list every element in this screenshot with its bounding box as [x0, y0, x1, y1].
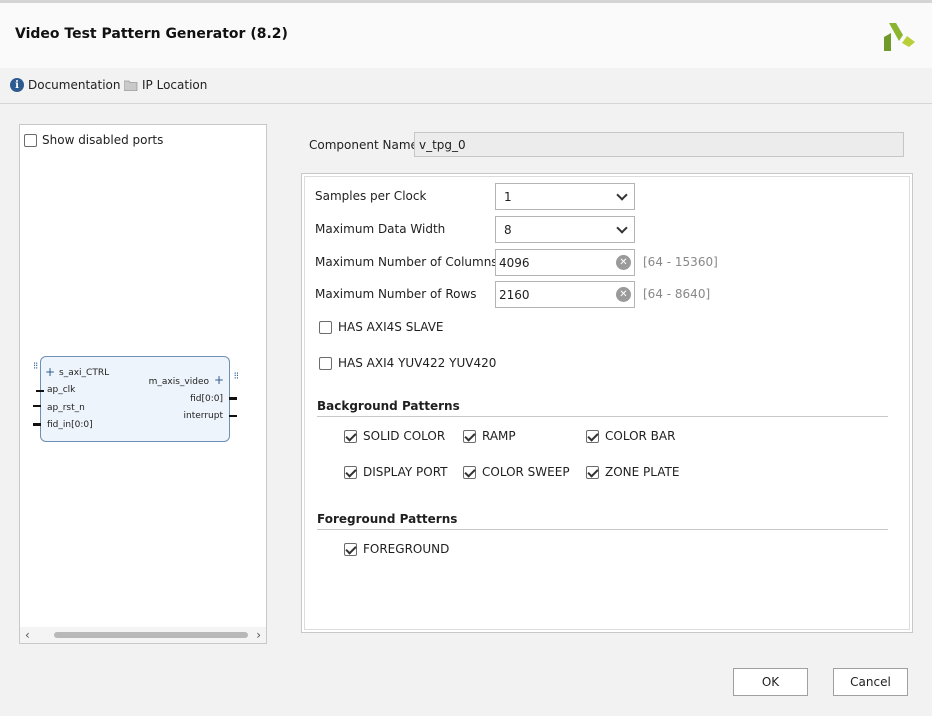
expand-plus-icon[interactable]: +	[45, 365, 55, 379]
folder-icon	[124, 80, 138, 91]
background-patterns-heading: Background Patterns	[317, 399, 888, 417]
ramp-label: RAMP	[482, 429, 516, 443]
chevron-down-icon	[616, 222, 628, 234]
checkbox-box[interactable]	[24, 133, 37, 147]
show-disabled-ports-checkbox[interactable]: Show disabled ports	[24, 133, 163, 147]
pin-line	[36, 390, 44, 392]
component-name-label: Component Name	[309, 138, 418, 152]
color-sweep-label: COLOR SWEEP	[482, 465, 570, 479]
checkbox-box[interactable]	[586, 429, 599, 443]
has-axi4-yuv-label: HAS AXI4 YUV422 YUV420	[338, 356, 497, 370]
port-ap-clk: ap_clk	[47, 385, 76, 395]
max-data-width-value: 8	[504, 223, 512, 237]
checkbox-box[interactable]	[344, 465, 357, 479]
checkbox-box[interactable]	[319, 320, 332, 334]
display-port-checkbox[interactable]: DISPLAY PORT	[344, 465, 448, 479]
port-fid-in: fid_in[0:0]	[47, 420, 93, 430]
port-s-axi-ctrl: s_axi_CTRL	[59, 368, 110, 378]
ramp-checkbox[interactable]: RAMP	[463, 429, 516, 443]
ip-symbol-block: ⁝⁝ + s_axi_CTRL ap_clk ap_rst_n fid_in[0…	[33, 356, 239, 442]
clear-icon[interactable]: ✕	[616, 255, 631, 270]
checkbox-box[interactable]	[463, 429, 476, 443]
scroll-right-icon[interactable]: ›	[256, 628, 261, 642]
samples-per-clock-select[interactable]: 1	[495, 183, 635, 210]
solid-color-label: SOLID COLOR	[363, 429, 446, 443]
checkbox-box[interactable]	[344, 542, 357, 556]
expand-plus-icon[interactable]: +	[214, 373, 224, 387]
checkbox-box[interactable]	[319, 356, 332, 370]
pin-line	[229, 415, 237, 417]
documentation-label: Documentation	[28, 78, 121, 92]
pin-line	[33, 405, 41, 407]
component-name-field[interactable]: v_tpg_0	[414, 132, 904, 157]
has-axi4s-slave-checkbox[interactable]: HAS AXI4S SLAVE	[319, 320, 444, 334]
zone-plate-label: ZONE PLATE	[605, 465, 680, 479]
chevron-down-icon	[616, 189, 628, 201]
max-rows-input[interactable]: 2160 ✕	[495, 281, 635, 308]
dialog-header: Video Test Pattern Generator (8.2)	[0, 3, 932, 68]
color-sweep-checkbox[interactable]: COLOR SWEEP	[463, 465, 570, 479]
port-ap-rst-n: ap_rst_n	[47, 403, 85, 413]
port-fid: fid[0:0]	[190, 394, 223, 404]
solid-color-checkbox[interactable]: SOLID COLOR	[344, 429, 445, 443]
max-rows-label: Maximum Number of Rows	[315, 287, 477, 301]
has-axi4s-slave-label: HAS AXI4S SLAVE	[338, 320, 444, 334]
clear-icon[interactable]: ✕	[616, 287, 631, 302]
max-columns-range: [64 - 15360]	[643, 255, 718, 269]
port-m-axis-video: m_axis_video	[148, 377, 209, 387]
max-data-width-select[interactable]: 8	[495, 216, 635, 243]
scrollbar-thumb[interactable]	[54, 632, 248, 638]
bus-connector-right-icon: ⁝⁝	[233, 371, 239, 382]
port-interrupt: interrupt	[183, 411, 223, 421]
checkbox-box[interactable]	[586, 465, 599, 479]
link-bar: i Documentation IP Location	[0, 68, 932, 104]
documentation-link[interactable]: i Documentation	[10, 78, 121, 92]
foreground-patterns-heading: Foreground Patterns	[317, 512, 888, 530]
dialog-title: Video Test Pattern Generator (8.2)	[15, 26, 288, 42]
max-columns-value: 4096	[499, 256, 530, 270]
foreground-checkbox[interactable]: FOREGROUND	[344, 542, 449, 556]
samples-per-clock-value: 1	[504, 190, 512, 204]
foreground-label: FOREGROUND	[363, 542, 450, 556]
max-rows-range: [64 - 8640]	[643, 287, 711, 301]
max-rows-value: 2160	[499, 288, 530, 302]
horizontal-scrollbar[interactable]: ‹ ›	[20, 627, 266, 643]
color-bar-checkbox[interactable]: COLOR BAR	[586, 429, 675, 443]
xilinx-logo-icon	[884, 23, 915, 51]
scroll-left-icon[interactable]: ‹	[25, 628, 30, 642]
max-data-width-label: Maximum Data Width	[315, 222, 446, 236]
ip-location-label: IP Location	[142, 78, 208, 92]
show-disabled-ports-label: Show disabled ports	[42, 133, 164, 147]
max-columns-label: Maximum Number of Columns	[315, 255, 498, 269]
color-bar-label: COLOR BAR	[605, 429, 676, 443]
symbol-panel: Show disabled ports ⁝⁝ + s_axi_CTRL ap_c…	[19, 124, 267, 644]
samples-per-clock-label: Samples per Clock	[315, 189, 427, 203]
checkbox-box[interactable]	[344, 429, 357, 443]
info-icon: i	[10, 78, 24, 92]
has-axi4-yuv-checkbox[interactable]: HAS AXI4 YUV422 YUV420	[319, 356, 496, 370]
bus-connector-left-icon: ⁝⁝	[33, 361, 38, 372]
ok-button[interactable]: OK	[733, 668, 808, 696]
pin-line	[33, 423, 41, 426]
max-columns-input[interactable]: 4096 ✕	[495, 249, 635, 276]
ip-location-link[interactable]: IP Location	[124, 78, 207, 92]
checkbox-box[interactable]	[463, 465, 476, 479]
zone-plate-checkbox[interactable]: ZONE PLATE	[586, 465, 679, 479]
pin-line	[229, 397, 237, 400]
cancel-button[interactable]: Cancel	[833, 668, 908, 696]
display-port-label: DISPLAY PORT	[363, 465, 448, 479]
